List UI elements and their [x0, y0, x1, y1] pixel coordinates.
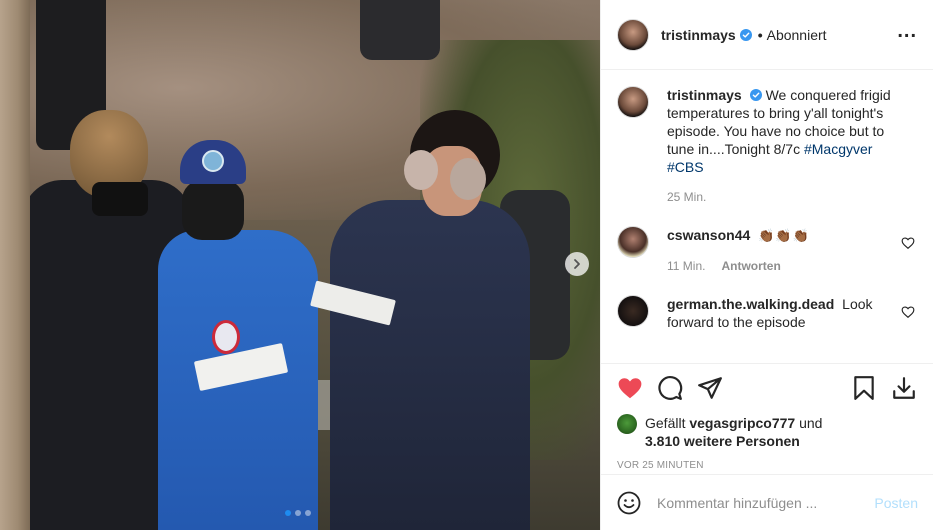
- post-comment-button[interactable]: Posten: [874, 495, 918, 511]
- add-comment-bar: Posten: [601, 474, 933, 530]
- post-timestamp: VOR 25 MINUTEN: [617, 460, 704, 471]
- carousel-next-button[interactable]: [565, 252, 589, 276]
- comment-item: german.the.walking.dead Look forward to …: [617, 295, 917, 331]
- save-icon[interactable]: [851, 375, 877, 401]
- instagram-post: tristinmays • Abonniert ... tristinmays …: [0, 0, 933, 530]
- comment-like-icon[interactable]: [901, 305, 915, 319]
- verified-icon: [749, 89, 762, 101]
- comment-icon[interactable]: [657, 375, 683, 401]
- comment-input[interactable]: [657, 494, 867, 511]
- commenter-avatar[interactable]: [617, 295, 649, 327]
- caption-time: 25 Min.: [667, 190, 707, 204]
- carousel-indicator: [285, 510, 311, 516]
- tree-trunk: [0, 0, 30, 530]
- comment-like-icon[interactable]: [901, 236, 915, 250]
- emoji-icon[interactable]: [617, 491, 641, 515]
- follow-status-button[interactable]: Abonniert: [767, 27, 827, 43]
- comment-username[interactable]: german.the.walking.dead: [667, 296, 834, 312]
- carousel-dot: [305, 510, 311, 516]
- author-username[interactable]: tristinmays: [661, 27, 736, 43]
- post-photo[interactable]: [0, 0, 600, 530]
- header-separator: •: [757, 26, 763, 43]
- comment-item: cswanson44 👏🏾👏🏾👏🏾 11 Min. Antworten: [617, 226, 917, 273]
- commenter-avatar[interactable]: [617, 226, 649, 258]
- author-avatar[interactable]: [617, 86, 649, 118]
- comment-time: 11 Min.: [667, 259, 706, 273]
- comment-username[interactable]: cswanson44: [667, 227, 750, 243]
- more-options-icon[interactable]: ...: [897, 21, 917, 44]
- author-avatar[interactable]: [617, 18, 649, 51]
- liker-avatar[interactable]: [617, 414, 637, 434]
- photo-person-right: [330, 110, 570, 530]
- comment-text: 👏🏾👏🏾👏🏾: [758, 228, 810, 243]
- share-icon[interactable]: [697, 375, 723, 401]
- liker-username[interactable]: vegasgripco777: [689, 415, 795, 431]
- likes-others-link[interactable]: 3.810 weitere Personen: [645, 433, 800, 449]
- reply-button[interactable]: Antworten: [721, 259, 780, 273]
- likes-summary: Gefällt vegasgripco777 und 3.810 weitere…: [617, 414, 917, 450]
- caption: tristinmays We conquered frigid temperat…: [617, 86, 917, 204]
- post-header: tristinmays • Abonniert ...: [601, 0, 933, 70]
- comments-list: tristinmays We conquered frigid temperat…: [601, 70, 933, 363]
- post-side-panel: tristinmays • Abonniert ... tristinmays …: [600, 0, 933, 530]
- download-icon[interactable]: [891, 375, 917, 401]
- carousel-dot: [285, 510, 291, 516]
- caption-username[interactable]: tristinmays: [667, 87, 742, 103]
- like-heart-icon[interactable]: [617, 375, 643, 401]
- carousel-next-icon: [574, 259, 580, 269]
- photo-person-middle: [150, 140, 320, 530]
- verified-icon: [739, 28, 752, 41]
- carousel-dot: [295, 510, 301, 516]
